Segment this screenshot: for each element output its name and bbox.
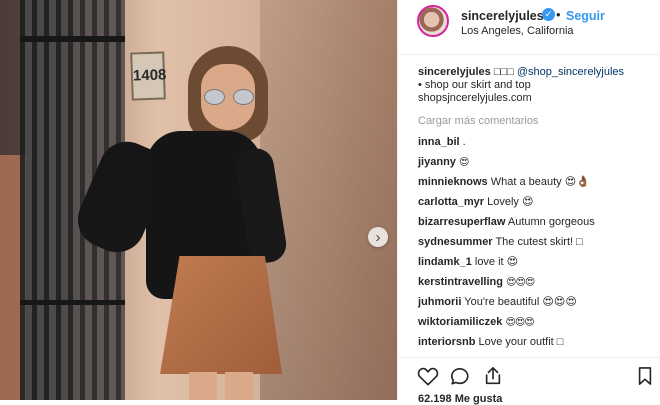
- comment-row: kerstintravelling 😍😍😍: [418, 276, 656, 289]
- caption-first-line: sincerelyjules □□□ @shop_sincerelyjules: [418, 66, 656, 79]
- comment-text: What a beauty 😍👌🏾: [490, 176, 590, 188]
- comment-text: 😍: [458, 157, 469, 168]
- comment-text: You're beautiful 😍😍😍: [464, 296, 577, 308]
- comment-user[interactable]: jiyanny: [418, 156, 456, 168]
- leg: [189, 372, 217, 400]
- left-lens: [204, 89, 225, 105]
- heart-icon[interactable]: [417, 366, 441, 388]
- comment-row: wiktoriamiliczek 😍😍😍: [418, 316, 656, 329]
- follow-button[interactable]: Seguir: [566, 9, 605, 23]
- comment-row: minnieknows What a beauty 😍👌🏾: [418, 176, 656, 189]
- gate-crossbar: [20, 36, 125, 42]
- comment-user[interactable]: interiorsnb: [418, 336, 475, 348]
- leg: [225, 372, 253, 400]
- comment-row: carlotta_myr Lovely 😍: [418, 196, 656, 209]
- comment-user[interactable]: kerstintravelling: [418, 276, 503, 288]
- comment-row: lindamk_1 love it 😍: [418, 256, 656, 269]
- likes-count[interactable]: 62.198 Me gusta: [418, 393, 502, 405]
- comment-text: Love your outfit □: [478, 336, 564, 348]
- comment-user[interactable]: wiktoriamiliczek: [418, 316, 502, 328]
- comment-text: The cutest skirt! □: [495, 236, 583, 248]
- profile-avatar[interactable]: [417, 5, 449, 37]
- comment-row: jiyanny 😍: [418, 156, 656, 169]
- shop-mention-link[interactable]: @shop_sincerelyjules: [517, 66, 624, 78]
- comment-user[interactable]: minnieknows: [418, 176, 488, 188]
- chevron-right-icon: ›: [375, 228, 381, 246]
- comment-text: love it 😍: [474, 256, 519, 268]
- next-photo-button[interactable]: ›: [368, 227, 388, 247]
- post-actions-bar: [398, 357, 660, 388]
- comment-row: juhmorii You're beautiful 😍😍😍: [418, 296, 656, 309]
- comment-user[interactable]: lindamk_1: [418, 256, 472, 268]
- post-caption: sincerelyjules □□□ @shop_sincerelyjules …: [418, 66, 656, 105]
- comment-text: 😍😍😍: [506, 277, 535, 288]
- comment-user[interactable]: carlotta_myr: [418, 196, 484, 208]
- post-header: sincerelyjules ✓ • Seguir Los Angeles, C…: [398, 0, 660, 55]
- share-icon[interactable]: [482, 366, 506, 388]
- comment-text: 😍😍😍: [505, 317, 534, 328]
- caption-squares: □□□: [493, 66, 514, 78]
- separator-dot: •: [556, 7, 561, 22]
- comment-user[interactable]: inna_bil: [418, 136, 460, 148]
- comment-user[interactable]: bizarresuperflaw: [418, 216, 505, 228]
- verified-badge-icon: ✓: [542, 8, 555, 21]
- comment-user[interactable]: sydnesummer: [418, 236, 493, 248]
- caption-username[interactable]: sincerelyjules: [418, 66, 491, 78]
- right-lens: [233, 89, 254, 105]
- comment-user[interactable]: juhmorii: [418, 296, 461, 308]
- suede-skirt: [160, 256, 282, 374]
- comment-text: Lovely 😍: [487, 196, 534, 208]
- comment-icon[interactable]: [449, 366, 473, 388]
- post-side-panel: sincerelyjules ✓ • Seguir Los Angeles, C…: [397, 0, 660, 405]
- comment-row: interiorsnb Love your outfit □: [418, 336, 656, 349]
- comment-row: bizarresuperflaw Autumn gorgeous: [418, 216, 656, 229]
- comment-text: .: [462, 136, 466, 148]
- post-photo: 1408 ›: [0, 0, 397, 400]
- caption-shop-line: • shop our skirt and top: [418, 79, 531, 91]
- post-location[interactable]: Los Angeles, California: [461, 25, 574, 37]
- bookmark-icon[interactable]: [636, 366, 660, 388]
- comment-text: Autumn gorgeous: [507, 216, 595, 228]
- load-more-comments-button[interactable]: Cargar más comentarios: [418, 115, 656, 128]
- post-username[interactable]: sincerelyjules: [461, 9, 544, 23]
- comment-row: inna_bil .: [418, 136, 656, 149]
- woman-figure: [69, 46, 298, 400]
- caption-website[interactable]: shopsjncerelyjules.com: [418, 92, 656, 105]
- sunglasses: [204, 89, 254, 107]
- comment-row: sydnesummer The cutest skirt! □: [418, 236, 656, 249]
